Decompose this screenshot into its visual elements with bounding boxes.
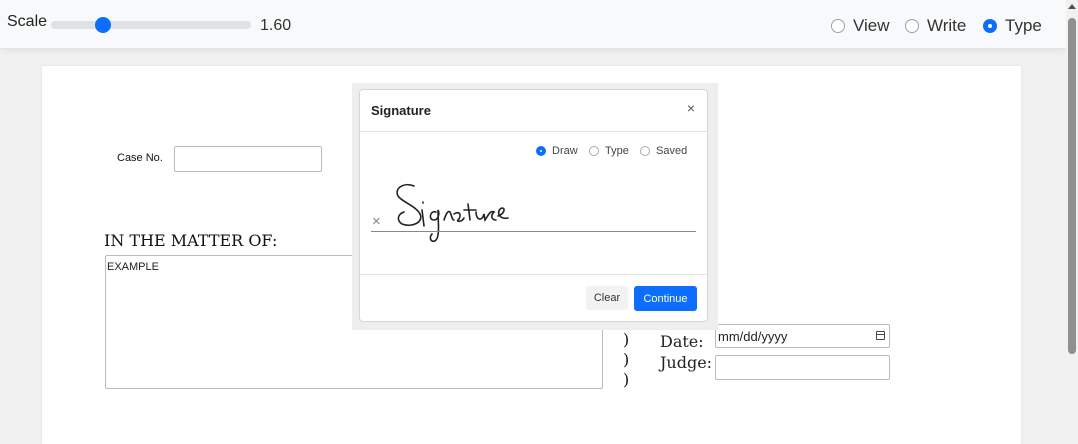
case-number-label: Case No.: [117, 152, 163, 164]
judge-label: Judge:: [660, 353, 713, 372]
modal-header-divider: [360, 131, 707, 132]
signature-line-mark: ×: [372, 213, 381, 230]
scroll-up-arrow-icon[interactable]: [1068, 4, 1076, 9]
date-input[interactable]: mm/dd/yyyy: [715, 324, 890, 348]
scale-value: 1.60: [260, 17, 292, 34]
scale-slider-handle[interactable]: [95, 17, 111, 33]
saved-label: Saved: [656, 145, 688, 157]
draw-label: Draw: [552, 145, 578, 157]
mode-write-option[interactable]: Write: [905, 16, 966, 36]
toolbar: Scale 1.60 View Write Type: [0, 0, 1066, 49]
mode-type-option[interactable]: Type: [983, 16, 1042, 36]
matter-heading: IN THE MATTER OF:: [104, 231, 278, 250]
mode-view-label: View: [853, 16, 890, 35]
close-icon[interactable]: ×: [687, 100, 695, 116]
judge-input[interactable]: [715, 355, 890, 380]
signature-mode-type[interactable]: Type: [589, 145, 629, 157]
paren-mark: ): [623, 330, 630, 349]
scrollbar-thumb[interactable]: [1068, 18, 1076, 354]
mode-type-label: Type: [1005, 16, 1042, 35]
type-label: Type: [605, 145, 629, 157]
mode-view-option[interactable]: View: [831, 16, 890, 36]
vertical-scrollbar[interactable]: [1066, 0, 1078, 444]
calendar-icon[interactable]: [876, 331, 885, 340]
mode-write-radio[interactable]: [905, 19, 919, 33]
signature-mode-saved[interactable]: Saved: [640, 145, 687, 157]
signature-modal: Signature × Draw Type Saved × Clear Cont…: [359, 89, 708, 322]
mode-write-label: Write: [927, 16, 967, 35]
type-radio[interactable]: [589, 146, 599, 156]
scale-slider-track[interactable]: [51, 21, 251, 29]
modal-footer-divider: [360, 274, 707, 275]
saved-radio[interactable]: [640, 146, 650, 156]
paren-mark: ): [623, 350, 630, 369]
mode-type-radio[interactable]: [983, 19, 997, 33]
clear-button[interactable]: Clear: [586, 286, 628, 310]
paren-column: ) ) ): [623, 330, 629, 390]
signature-mode-draw[interactable]: Draw: [536, 145, 578, 157]
draw-radio[interactable]: [536, 146, 546, 156]
continue-button[interactable]: Continue: [634, 286, 697, 311]
date-label: Date:: [660, 332, 704, 351]
case-number-input[interactable]: [174, 146, 322, 172]
paren-mark: ): [623, 370, 630, 389]
scale-label: Scale: [7, 13, 48, 30]
mode-view-radio[interactable]: [831, 19, 845, 33]
signature-drawing[interactable]: [390, 180, 550, 250]
date-placeholder: mm/dd/yyyy: [718, 329, 788, 344]
signature-line: [371, 231, 696, 232]
modal-title: Signature: [371, 103, 431, 118]
